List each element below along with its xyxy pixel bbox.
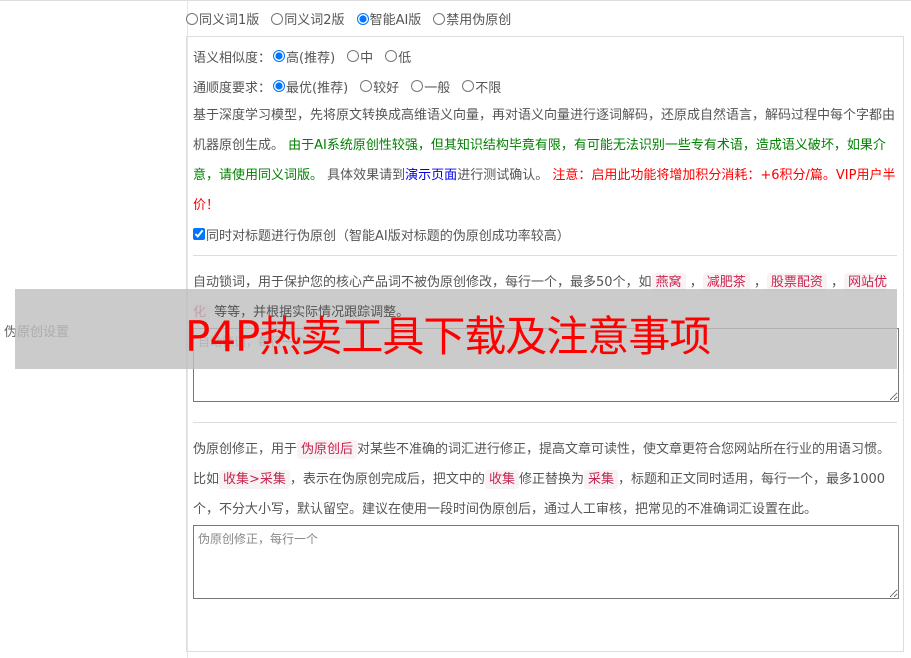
similarity-low[interactable]: 低: [385, 47, 411, 66]
title-overlay-banner: P4P热卖工具下载及注意事项: [15, 289, 897, 369]
correction-description: 伪原创修正，用于 伪原创后 对某些不准确的词汇进行修正，提高文章可读性，使文章更符合…: [193, 435, 897, 525]
mode-label: 同义词2版: [284, 13, 345, 28]
fluency-good-radio[interactable]: [360, 80, 373, 92]
similarity-label: 语义相似度：: [193, 50, 272, 66]
fluency-label: 通顺度要求：: [193, 80, 272, 96]
mode-synonym2-radio[interactable]: [271, 12, 284, 25]
correction-textarea[interactable]: [193, 525, 899, 599]
title-rewrite-option[interactable]: 同时对标题进行伪原创（智能AI版对标题的伪原创成功率较高）: [193, 221, 570, 247]
option-label: 不限: [475, 80, 502, 96]
fluency-any[interactable]: 不限: [462, 77, 501, 96]
fluency-best[interactable]: 最优(推荐): [273, 77, 348, 96]
mode-disable[interactable]: 禁用伪原创: [433, 9, 511, 28]
lock-desc-text: 等等，并根据实际情况跟踪调整。: [214, 305, 410, 320]
option-label: 较好: [373, 80, 400, 96]
divider: [193, 422, 897, 423]
fluency-best-radio[interactable]: [273, 80, 286, 92]
similarity-mid-radio[interactable]: [347, 50, 360, 62]
mode-ai-radio[interactable]: [356, 12, 369, 25]
mode-synonym1-radio[interactable]: [186, 12, 198, 25]
top-divider: [0, 0, 911, 1]
mode-label: 同义词1版: [199, 13, 260, 28]
example-tag: 伪原创后: [297, 440, 358, 459]
option-label: 低: [398, 50, 412, 66]
example-tag: 收集: [484, 470, 519, 489]
fluency-any-radio[interactable]: [462, 80, 475, 92]
fix-desc-text: 伪原创修正，用于: [193, 442, 298, 457]
mode-label: 禁用伪原创: [446, 13, 512, 28]
divider: [193, 255, 897, 256]
mode-disable-radio[interactable]: [433, 12, 446, 25]
fix-desc-text: 修正替换为: [518, 472, 584, 487]
fluency-normal[interactable]: 一般: [411, 77, 450, 96]
demo-page-link[interactable]: 演示页面: [405, 168, 457, 183]
mode-synonym1[interactable]: 同义词1版: [186, 9, 259, 28]
example-tag: 采集: [583, 470, 618, 489]
lock-desc-text: 自动锁词，用于保护您的核心产品词不被伪原创修改，每行一个，最多50个，如: [193, 275, 652, 290]
fix-desc-text: ，表示在伪原创完成后，把文中的: [289, 472, 485, 487]
fluency-normal-radio[interactable]: [411, 80, 424, 92]
mode-label: 智能AI版: [369, 13, 422, 28]
option-label: 最优(推荐): [286, 80, 349, 96]
similarity-high[interactable]: 高(推荐): [273, 47, 335, 66]
option-label: 高(推荐): [286, 50, 336, 66]
mode-radio-group: 同义词1版 同义词2版 智能AI版 禁用伪原创: [186, 9, 511, 28]
ai-desc-text: 进行测试确认。: [457, 168, 549, 183]
fluency-good[interactable]: 较好: [360, 77, 399, 96]
fluency-row: 通顺度要求： 最优(推荐) 较好 一般 不限: [193, 71, 897, 101]
option-label: 一般: [424, 80, 451, 96]
example-tag: 收集>采集: [219, 470, 290, 489]
similarity-low-radio[interactable]: [385, 50, 398, 62]
mode-synonym2[interactable]: 同义词2版: [271, 9, 345, 28]
similarity-high-radio[interactable]: [273, 50, 286, 62]
similarity-mid[interactable]: 中: [347, 47, 373, 66]
similarity-row: 语义相似度： 高(推荐) 中 低: [193, 41, 897, 71]
title-rewrite-label: 同时对标题进行伪原创（智能AI版对标题的伪原创成功率较高）: [206, 228, 570, 244]
ai-desc-text: 具体效果请到: [327, 168, 406, 183]
ai-description: 基于深度学习模型，先将原文转换成高维语义向量，再对语义向量进行逐词解码，还原成自…: [193, 101, 897, 221]
mode-ai[interactable]: 智能AI版: [356, 9, 422, 28]
title-rewrite-checkbox[interactable]: [193, 228, 205, 240]
option-label: 中: [360, 50, 374, 66]
